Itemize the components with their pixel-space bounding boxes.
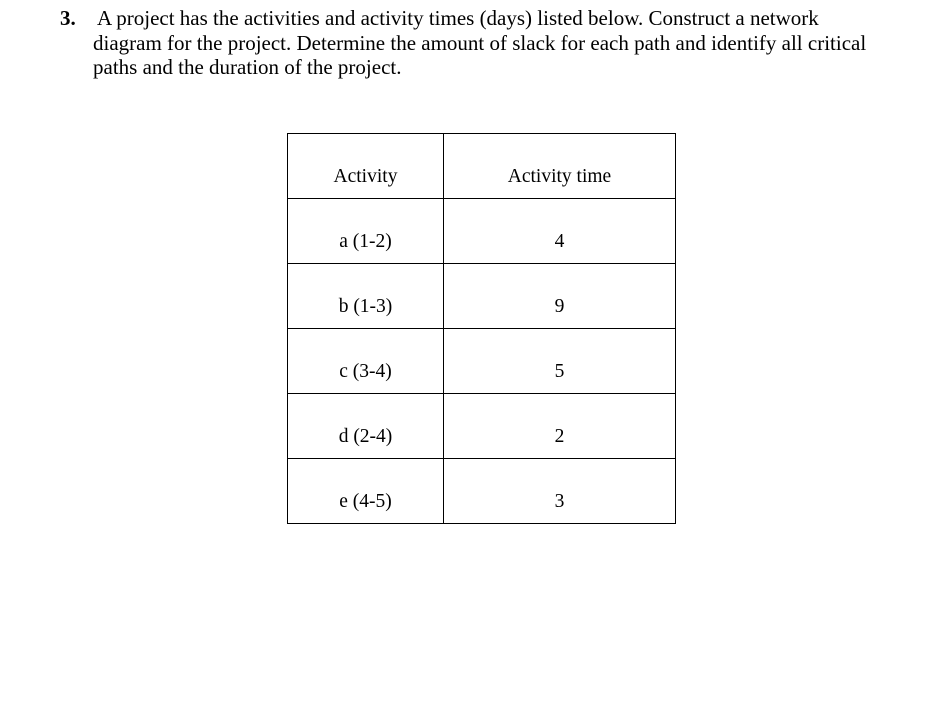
time-cell: 4: [443, 198, 676, 264]
table-row: d (2-4) 2: [287, 393, 676, 459]
header-activity-time: Activity time: [443, 133, 676, 199]
question-line: paths and the duration of the project.: [93, 55, 402, 79]
question-number: 3.: [60, 6, 76, 30]
question-text: A project has the activities and activit…: [93, 6, 910, 80]
activity-cell: c (3-4): [287, 328, 444, 394]
table-row: a (1-2) 4: [287, 198, 676, 264]
header-activity: Activity: [287, 133, 444, 199]
activity-cell: b (1-3): [287, 263, 444, 329]
activity-cell: a (1-2): [287, 198, 444, 264]
table-row: e (4-5) 3: [287, 458, 676, 524]
question-line: diagram for the project. Determine the a…: [93, 30, 867, 55]
time-cell: 9: [443, 263, 676, 329]
activity-cell: e (4-5): [287, 458, 444, 524]
question-line: A project has the activities and activit…: [97, 6, 819, 30]
question-block: 3. A project has the activities and acti…: [60, 6, 910, 80]
table-row: b (1-3) 9: [287, 263, 676, 329]
table-header-row: Activity Activity time: [287, 133, 676, 199]
time-cell: 2: [443, 393, 676, 459]
activity-cell: d (2-4): [287, 393, 444, 459]
time-cell: 3: [443, 458, 676, 524]
activity-table: Activity Activity time a (1-2) 4 b (1-3)…: [287, 133, 676, 524]
time-cell: 5: [443, 328, 676, 394]
table-row: c (3-4) 5: [287, 328, 676, 394]
